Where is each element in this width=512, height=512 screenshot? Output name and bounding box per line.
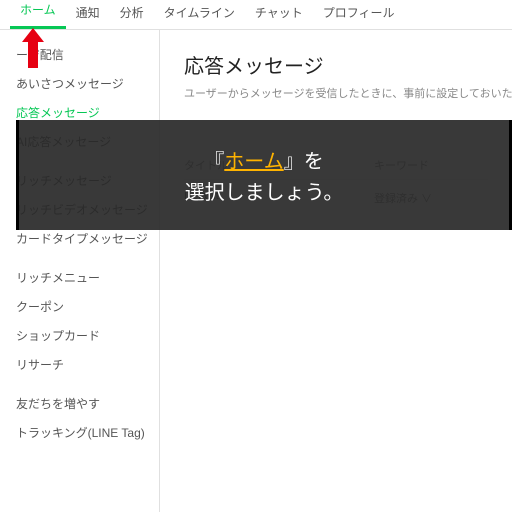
tab-analytics[interactable]: 分析 <box>110 0 154 29</box>
page-description: ユーザーからメッセージを受信したときに、事前に設定しておいたメッセージで返信す <box>184 85 488 101</box>
top-nav: ホーム 通知 分析 タイムライン チャット プロフィール <box>0 0 512 30</box>
tab-notifications[interactable]: 通知 <box>66 0 110 29</box>
sidebar-item-tracking[interactable]: トラッキング(LINE Tag) <box>0 418 159 447</box>
sidebar-item-coupon[interactable]: クーポン <box>0 292 159 321</box>
tab-timeline[interactable]: タイムライン <box>154 0 245 29</box>
page-title: 応答メッセージ <box>184 50 488 79</box>
sidebar: ージ配信 あいさつメッセージ 応答メッセージ AI応答メッセージ リッチメッセー… <box>0 30 160 512</box>
sidebar-item-research[interactable]: リサーチ <box>0 350 159 379</box>
sidebar-item-gain-friends[interactable]: 友だちを増やす <box>0 389 159 418</box>
sidebar-item-rich-menu[interactable]: リッチメニュー <box>0 263 159 292</box>
tab-home[interactable]: ホーム <box>10 0 66 29</box>
tab-profile[interactable]: プロフィール <box>313 0 405 29</box>
tab-chat[interactable]: チャット <box>245 0 313 29</box>
sidebar-item-shop-card[interactable]: ショップカード <box>0 321 159 350</box>
sidebar-sep <box>0 379 159 389</box>
sidebar-sep <box>0 253 159 263</box>
tutorial-arrow-icon <box>22 28 44 68</box>
sidebar-item-greeting[interactable]: あいさつメッセージ <box>0 69 159 98</box>
tutorial-line1: 『ホーム』を <box>204 145 323 174</box>
tutorial-overlay: 『ホーム』を 選択しましょう。 <box>16 120 512 230</box>
tutorial-line2: 選択しましょう。 <box>185 176 344 205</box>
main-content: 応答メッセージ ユーザーからメッセージを受信したときに、事前に設定しておいたメッ… <box>160 30 512 512</box>
tutorial-highlight: ホーム <box>224 151 283 173</box>
